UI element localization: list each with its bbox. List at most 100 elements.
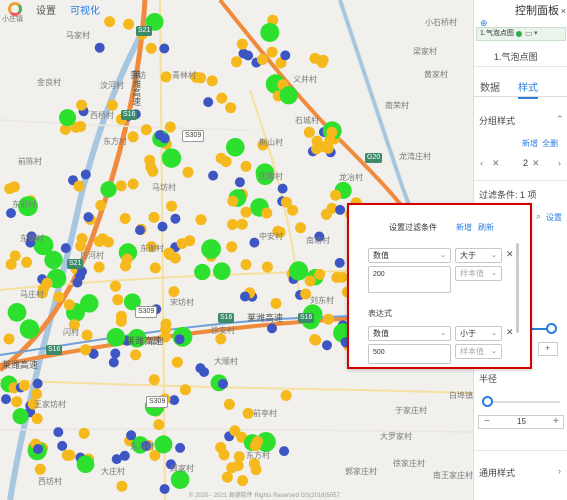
bubble-point[interactable]	[215, 152, 227, 164]
chevron-left-icon[interactable]: ‹	[480, 158, 483, 168]
bubble-point[interactable]	[260, 23, 280, 42]
remove-icon[interactable]: ✕	[532, 158, 540, 169]
bubble-point[interactable]	[164, 121, 176, 133]
bubble-point[interactable]	[249, 237, 260, 248]
bubble-point[interactable]	[289, 261, 309, 281]
layer-row[interactable]: 1.气泡点图 ▭ ▾	[476, 27, 566, 41]
bubble-point[interactable]	[33, 444, 43, 454]
bubble-point[interactable]	[53, 291, 64, 303]
bubble-point[interactable]	[160, 318, 172, 330]
value-type-select[interactable]: 样本值 ⌄	[455, 344, 502, 359]
bubble-point[interactable]	[236, 38, 248, 50]
popup-scrollbar[interactable]	[516, 243, 519, 333]
bubble-point[interactable]	[225, 137, 245, 157]
bubble-point[interactable]	[147, 165, 159, 177]
bubble-point[interactable]	[261, 261, 273, 273]
bubble-point[interactable]	[123, 18, 135, 30]
bubble-point[interactable]	[21, 256, 33, 268]
bubble-point[interactable]	[317, 54, 329, 66]
bubble-point[interactable]	[1, 394, 11, 405]
bubble-point[interactable]	[280, 50, 291, 61]
field-select[interactable]: 数值 ⌄	[368, 248, 451, 263]
bubble-point[interactable]	[149, 262, 161, 274]
bubble-point[interactable]	[279, 446, 290, 457]
bubble-point[interactable]	[199, 367, 210, 377]
bubble-point[interactable]	[145, 42, 157, 54]
bubble-point[interactable]	[115, 315, 127, 327]
bubble-point[interactable]	[310, 334, 322, 346]
bubble-point[interactable]	[280, 196, 292, 208]
bubble-point[interactable]	[267, 323, 277, 334]
bubble-point[interactable]	[261, 207, 273, 219]
tab-data[interactable]: 数据	[480, 79, 500, 94]
monitor-icon[interactable]: ▭	[525, 28, 533, 40]
bubble-point[interactable]	[76, 455, 95, 474]
bubble-point[interactable]	[227, 195, 239, 207]
bubble-point[interactable]	[277, 183, 288, 194]
bubble-point[interactable]	[175, 442, 186, 453]
delete-all-button[interactable]: 全删	[542, 138, 558, 149]
bubble-point[interactable]	[168, 286, 180, 298]
bubble-point[interactable]	[240, 160, 252, 172]
bubble-point[interactable]	[256, 54, 268, 65]
remove-condition-icon[interactable]: ✕	[506, 327, 514, 338]
chevron-down-icon[interactable]: ▾	[534, 28, 538, 40]
bubble-point[interactable]	[243, 50, 254, 61]
bubble-point[interactable]	[331, 272, 343, 283]
bubble-point[interactable]	[212, 262, 231, 281]
radius-value[interactable]: 15	[517, 417, 526, 426]
bubble-point[interactable]	[80, 169, 91, 180]
tab-visualize[interactable]: 可视化	[70, 2, 100, 17]
bubble-point[interactable]	[322, 340, 332, 351]
bubble-point[interactable]	[140, 124, 152, 136]
bubble-point[interactable]	[3, 333, 15, 345]
chevron-right-icon[interactable]: ›	[558, 466, 561, 476]
operator-select[interactable]: 大于 ⌄	[455, 248, 502, 263]
bubble-point[interactable]	[240, 206, 252, 218]
bubble-point[interactable]	[153, 419, 165, 431]
new-group-button[interactable]: 新增	[522, 138, 538, 149]
bubble-point[interactable]	[100, 181, 117, 198]
bubble-point[interactable]	[154, 435, 173, 454]
bubble-point[interactable]	[227, 219, 239, 230]
slider-handle[interactable]	[546, 323, 557, 334]
bubble-point[interactable]	[130, 349, 142, 361]
bubble-point[interactable]	[94, 42, 105, 53]
bubble-point[interactable]	[8, 181, 20, 193]
bubble-point[interactable]	[303, 126, 315, 138]
bubble-point[interactable]	[93, 261, 105, 273]
bubble-point[interactable]	[236, 218, 248, 230]
bubble-point[interactable]	[234, 177, 245, 188]
bubble-point[interactable]	[75, 121, 87, 132]
bubble-point[interactable]	[7, 303, 27, 322]
bubble-point[interactable]	[127, 131, 139, 143]
bubble-point[interactable]	[157, 221, 168, 232]
radius-stepper[interactable]: − 15 +	[478, 415, 564, 429]
bubble-point[interactable]	[80, 344, 92, 356]
bubble-point[interactable]	[221, 471, 233, 483]
bubble-point[interactable]	[182, 166, 194, 178]
bubble-point[interactable]	[32, 378, 43, 389]
bubble-point[interactable]	[60, 243, 71, 254]
bubble-point[interactable]	[223, 398, 235, 410]
bubble-point[interactable]	[171, 356, 183, 368]
value-type-select[interactable]: 样本值 ⌄	[455, 266, 502, 281]
bubble-point[interactable]	[169, 252, 181, 264]
decrement-button[interactable]: −	[484, 416, 490, 427]
increment-button[interactable]: +	[553, 416, 559, 427]
bubble-point[interactable]	[159, 43, 170, 54]
bubble-point[interactable]	[63, 299, 75, 311]
bubble-point[interactable]	[83, 212, 94, 223]
value-input[interactable]: 500	[368, 344, 451, 364]
bubble-point[interactable]	[225, 102, 237, 114]
close-icon[interactable]: ×	[561, 6, 566, 16]
bubble-point[interactable]	[174, 334, 185, 345]
bubble-point[interactable]	[44, 250, 63, 270]
radius-slider-track[interactable]	[482, 401, 560, 403]
bubble-point[interactable]	[31, 413, 43, 425]
bubble-point[interactable]	[57, 440, 68, 451]
bubble-point[interactable]	[81, 329, 93, 341]
bubble-point[interactable]	[226, 462, 238, 474]
bubble-point[interactable]	[295, 222, 307, 234]
bubble-point[interactable]	[34, 463, 46, 475]
